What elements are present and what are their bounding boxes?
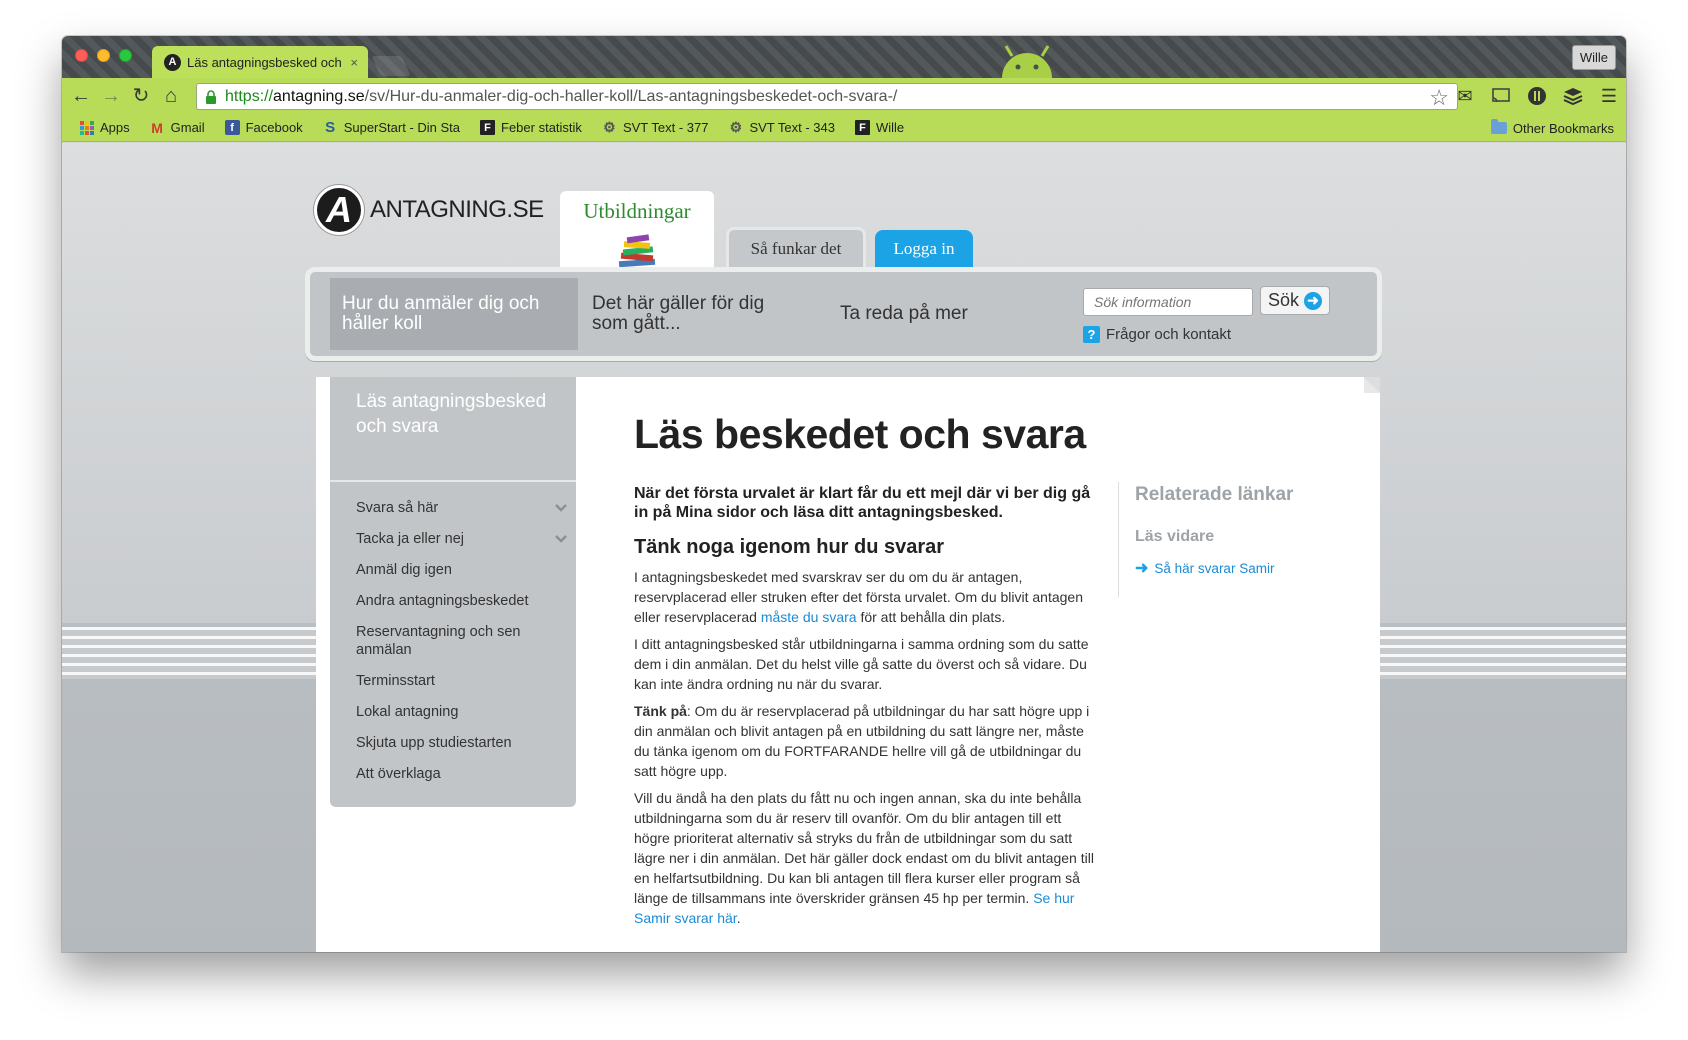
close-window-button[interactable] xyxy=(75,49,88,62)
article: Läs beskedet och svara När det första ur… xyxy=(634,411,1094,935)
chevron-down-icon[interactable] xyxy=(554,501,568,515)
gear-icon: ⚙ xyxy=(729,119,743,135)
browser-tab[interactable]: A Läs antagningsbesked och × xyxy=(152,46,368,78)
reload-icon[interactable]: ↻ xyxy=(126,78,156,114)
browser-toolbar: ← → ↻ ⌂ https://antagning.se/sv/Hur-du-a… xyxy=(62,78,1626,114)
nav-item-hur-du-anmaler[interactable]: Hur du anmäler dig och håller koll xyxy=(330,278,578,350)
tab-utbildningar[interactable]: Utbildningar xyxy=(560,191,714,275)
extension-icons: ✉ ☰ xyxy=(1454,78,1620,114)
new-tab-button[interactable] xyxy=(371,56,411,76)
gmail-icon: M xyxy=(151,119,163,136)
article-subheading: Tänk noga igenom hur du svarar xyxy=(634,536,945,558)
search-button[interactable]: Sök ➜ xyxy=(1260,286,1330,315)
sidebar-item-reservantagning[interactable]: Reservantagning och sen anmälan xyxy=(356,623,568,659)
sidebar: Läs antagningsbesked och svara Svara så … xyxy=(330,377,576,807)
logo-mark-icon: A xyxy=(314,185,364,235)
feber-icon: F xyxy=(480,120,496,135)
facebook-icon: f xyxy=(224,120,240,135)
mail-icon[interactable]: ✉ xyxy=(1454,85,1476,107)
faq-link[interactable]: ? Frågor och kontakt xyxy=(1083,326,1231,343)
content-panel: Läs antagningsbesked och svara Svara så … xyxy=(316,377,1380,952)
article-paragraph: Tänk på: Om du är reservplacerad på utbi… xyxy=(634,703,1090,779)
title-bar: A Läs antagningsbesked och × Wille xyxy=(62,36,1626,78)
page-title: Läs beskedet och svara xyxy=(634,411,1086,457)
web-page: A ANTAGNING.SE Utbildningar Så funkar de… xyxy=(62,143,1626,952)
main-navigation: Hur du anmäler dig och håller koll Det h… xyxy=(305,267,1382,361)
bookmark-facebook[interactable]: f Facebook xyxy=(215,120,313,135)
page-fold-corner xyxy=(1364,377,1380,393)
article-paragraph: Vill du ändå ha den plats du fått nu och… xyxy=(634,790,1094,926)
sidebar-divider xyxy=(330,480,576,482)
feber-icon: F xyxy=(854,120,870,135)
bookmark-svt-343[interactable]: ⚙ SVT Text - 343 xyxy=(718,119,845,135)
minimize-window-button[interactable] xyxy=(97,49,110,62)
sidebar-item-anmal-igen[interactable]: Anmäl dig igen xyxy=(356,561,568,579)
bookmark-svt-377[interactable]: ⚙ SVT Text - 377 xyxy=(592,119,719,135)
related-title: Relaterade länkar xyxy=(1135,484,1294,505)
maste-du-svara-link[interactable]: måste du svara xyxy=(761,609,857,625)
sidebar-item-lokal-antagning[interactable]: Lokal antagning xyxy=(356,703,568,721)
address-bar[interactable]: https://antagning.se/sv/Hur-du-anmaler-d… xyxy=(196,83,1458,110)
bookmark-gmail[interactable]: M Gmail xyxy=(140,119,215,136)
home-icon[interactable]: ⌂ xyxy=(156,78,186,114)
superstart-icon: S xyxy=(325,119,336,136)
apps-grid-icon xyxy=(80,120,94,135)
bookmark-superstart[interactable]: S SuperStart - Din Sta xyxy=(313,119,470,136)
bookmark-feber[interactable]: F Feber statistik xyxy=(470,120,592,135)
layers-icon[interactable] xyxy=(1562,85,1584,107)
nav-item-ta-reda-pa-mer[interactable]: Ta reda på mer xyxy=(840,272,1020,356)
sidebar-item-skjuta-upp[interactable]: Skjuta upp studiestarten xyxy=(356,734,568,752)
folder-icon xyxy=(1490,119,1507,134)
chevron-down-icon[interactable] xyxy=(554,532,568,546)
article-paragraph: I antagningsbeskedet med svarskrav ser d… xyxy=(634,569,1083,625)
sidebar-item-overklaga[interactable]: Att överklaga xyxy=(356,765,568,783)
sidebar-item-terminsstart[interactable]: Terminsstart xyxy=(356,672,568,690)
article-lead: När det första urvalet är klart får du e… xyxy=(634,485,1091,521)
logo-text: ANTAGNING.SE xyxy=(370,196,544,223)
arrow-right-icon: ➜ xyxy=(1304,291,1323,310)
bookmark-star-icon[interactable]: ☆ xyxy=(1429,85,1449,111)
forward-arrow-icon[interactable]: → xyxy=(96,78,126,114)
nav-item-det-har-galler[interactable]: Det här gäller för dig som gått... xyxy=(592,272,792,356)
menu-icon[interactable]: ☰ xyxy=(1598,85,1620,107)
lock-icon xyxy=(206,89,216,104)
other-bookmarks[interactable]: Other Bookmarks xyxy=(1490,114,1614,142)
sidebar-list: Svara så här Tacka ja eller nej Anmäl di… xyxy=(356,499,568,796)
sidebar-item-svara-sa-har[interactable]: Svara så här xyxy=(356,499,568,517)
zoom-window-button[interactable] xyxy=(119,49,132,62)
android-theme-icon xyxy=(1002,45,1052,78)
url-text: https://antagning.se/sv/Hur-du-anmaler-d… xyxy=(225,87,898,105)
back-arrow-icon[interactable]: ← xyxy=(66,78,96,114)
related-link[interactable]: ➜ Så här svarar Samir xyxy=(1135,558,1348,578)
books-icon xyxy=(618,234,656,268)
gear-icon: ⚙ xyxy=(603,119,616,135)
browser-window: A Läs antagningsbesked och × Wille ← → ↻… xyxy=(62,36,1626,952)
cast-icon[interactable] xyxy=(1490,85,1512,107)
article-paragraph: I ditt antagningsbesked står utbildninga… xyxy=(634,636,1089,692)
tab-close-icon[interactable]: × xyxy=(350,55,358,70)
related-links: Relaterade länkar Läs vidare ➜ Så här sv… xyxy=(1118,482,1348,597)
search-input[interactable] xyxy=(1083,288,1253,316)
extension-circle-icon[interactable] xyxy=(1526,85,1548,107)
sidebar-item-andra-besked[interactable]: Andra antagningsbeskedet xyxy=(356,592,568,610)
bookmarks-bar: Apps M Gmail f Facebook S SuperStart - D… xyxy=(62,114,1626,142)
site-logo[interactable]: A ANTAGNING.SE xyxy=(314,185,544,235)
question-icon: ? xyxy=(1083,326,1100,343)
arrow-right-icon: ➜ xyxy=(1135,560,1149,577)
sidebar-item-tacka-ja[interactable]: Tacka ja eller nej xyxy=(356,530,568,548)
profile-button[interactable]: Wille xyxy=(1571,45,1616,70)
related-subtitle: Läs vidare xyxy=(1135,528,1215,545)
bookmark-apps[interactable]: Apps xyxy=(70,120,140,135)
site-favicon-icon: A xyxy=(164,53,181,71)
tab-title: Läs antagningsbesked och xyxy=(187,54,342,70)
sidebar-heading[interactable]: Läs antagningsbesked och svara xyxy=(356,389,556,439)
bookmark-wille[interactable]: F Wille xyxy=(845,120,914,135)
